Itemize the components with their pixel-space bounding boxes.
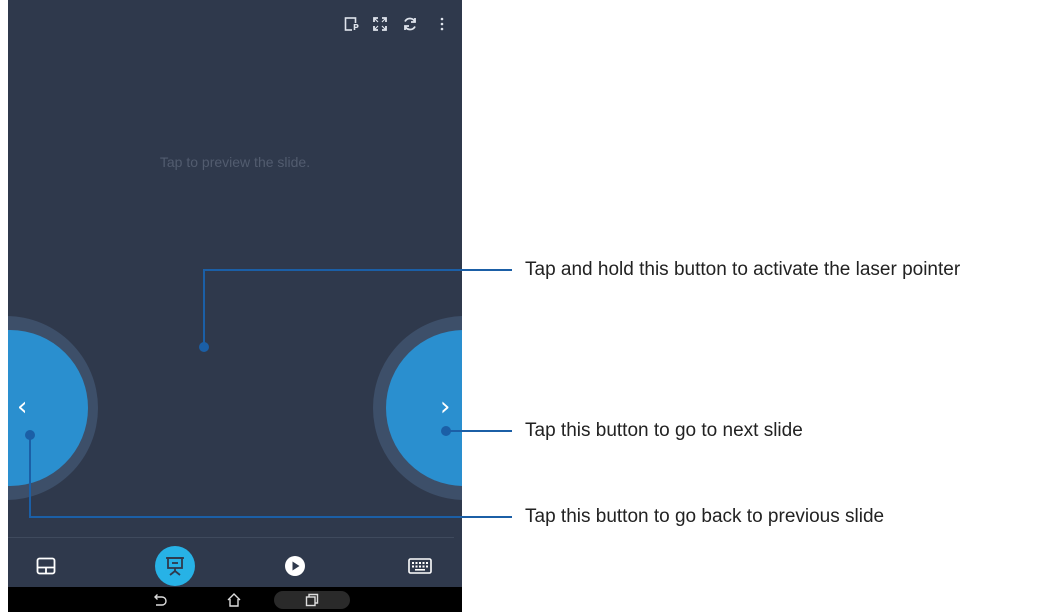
callout-next-slide: Tap this button to go to next slide xyxy=(525,420,803,441)
preview-hint[interactable]: Tap to preview the slide. xyxy=(8,154,462,170)
home-icon[interactable] xyxy=(224,591,244,609)
fullscreen-icon[interactable] xyxy=(372,16,388,32)
bottom-toolbar xyxy=(8,540,462,586)
divider xyxy=(8,537,454,538)
remote-screen: P Tap to preview the slide. ‹ › xyxy=(8,0,462,612)
callout-previous-slide: Tap this button to go back to previous s… xyxy=(525,506,885,527)
chevron-right-icon: › xyxy=(440,392,451,422)
callout-laser-pointer: Tap and hold this button to activate the… xyxy=(525,259,961,280)
refresh-icon[interactable] xyxy=(402,16,418,32)
system-nav-bar xyxy=(8,587,462,612)
top-toolbar: P xyxy=(322,8,462,36)
keyboard-icon[interactable] xyxy=(400,546,440,586)
recent-apps-icon[interactable] xyxy=(274,591,350,609)
back-icon[interactable] xyxy=(150,591,170,609)
presentation-icon[interactable] xyxy=(155,546,195,586)
presenter-notes-icon[interactable]: P xyxy=(344,16,360,32)
chevron-left-icon: ‹ xyxy=(17,392,28,422)
more-vertical-icon[interactable] xyxy=(434,16,450,32)
play-icon[interactable] xyxy=(275,546,315,586)
svg-text:P: P xyxy=(353,23,359,32)
touchpad-icon[interactable] xyxy=(26,546,66,586)
